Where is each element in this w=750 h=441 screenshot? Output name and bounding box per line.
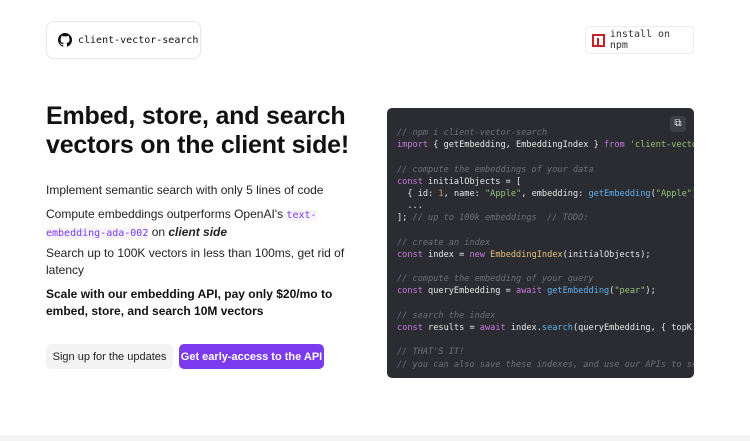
code-token: // compute the embedding of your query [397, 274, 594, 284]
code-line: // you can also save these indexes, and … [397, 359, 694, 371]
code-token: { getEmbedding, EmbeddingIndex } [428, 140, 604, 150]
code-token: queryEmbedding = [423, 286, 516, 296]
npm-label: install on npm [610, 29, 693, 51]
page-title: Embed, store, and search vectors on the … [46, 102, 376, 160]
code-token: // create an index [397, 238, 490, 248]
code-token: from [604, 140, 625, 150]
code-line: { id: 1, name: "Apple", embedding: getEm… [397, 188, 694, 200]
text: on [148, 225, 168, 239]
code-line: ]; // up to 100k embeddings // TODO: [397, 212, 694, 224]
code-line: const index = new EmbeddingIndex(initial… [397, 249, 694, 261]
code-token: "Apple" [656, 189, 692, 199]
code-token: initialObjects = [ [423, 177, 521, 187]
code-token: import [397, 140, 428, 150]
code-line [397, 261, 694, 273]
code-token: // you can also save these indexes, and … [397, 360, 694, 370]
code-block: ⧉ // npm i client-vector-searchimport { … [387, 108, 694, 378]
code-token: const [397, 177, 423, 187]
code-token: const [397, 250, 423, 260]
code-lines: // npm i client-vector-searchimport { ge… [397, 127, 694, 371]
install-npm-button[interactable]: install on npm [585, 26, 694, 54]
code-token: ) }, [692, 189, 694, 199]
github-icon [58, 33, 72, 47]
code-token: EmbeddingIndex [490, 250, 562, 260]
code-token: , embedding: [521, 189, 588, 199]
feature-search: Search up to 100K vectors in less than 1… [46, 245, 366, 279]
code-line: const results = await index.search(query… [397, 322, 694, 334]
code-line: // compute the embeddings of your data [397, 164, 694, 176]
code-line: const initialObjects = [ [397, 176, 694, 188]
code-token: 'client-vector-search' [625, 140, 694, 150]
feature-embeddings: Compute embeddings outperforms OpenAI's … [46, 206, 366, 242]
github-repo-link[interactable]: client-vector-search [46, 21, 201, 59]
code-line: const queryEmbedding = await getEmbeddin… [397, 285, 694, 297]
code-line: // THAT'S IT! [397, 346, 694, 358]
code-token: (initialObjects); [563, 250, 651, 260]
code-line [397, 334, 694, 346]
code-token: ... [397, 201, 423, 211]
code-token: , name: [444, 189, 485, 199]
sign-up-button[interactable]: Sign up for the updates [46, 344, 173, 369]
code-token: "Apple" [485, 189, 521, 199]
code-token: index. [506, 323, 542, 333]
code-line: ... [397, 200, 694, 212]
code-token: (queryEmbedding, { topK: [573, 323, 694, 333]
code-line [397, 225, 694, 237]
code-line: // create an index [397, 237, 694, 249]
code-token: // compute the embeddings of your data [397, 165, 594, 175]
code-line [397, 298, 694, 310]
code-token: ); [645, 286, 655, 296]
emphasis: client side [168, 225, 227, 239]
code-token: await [516, 286, 542, 296]
code-token: const [397, 286, 423, 296]
code-token: const [397, 323, 423, 333]
early-access-button[interactable]: Get early-access to the API [179, 344, 324, 369]
code-line: // search the index [397, 310, 694, 322]
code-token: // THAT'S IT! [397, 347, 464, 357]
code-token: // npm i client-vector-search [397, 128, 547, 138]
code-token: // search the index [397, 311, 495, 321]
code-token: await [480, 323, 506, 333]
code-line: // compute the embedding of your query [397, 273, 694, 285]
code-token: index = [423, 250, 470, 260]
code-token: search [542, 323, 573, 333]
footer-strip [0, 435, 750, 441]
code-token: getEmbedding [588, 189, 650, 199]
feature-lines: Implement semantic search with only 5 li… [46, 182, 366, 199]
code-line: import { getEmbedding, EmbeddingIndex } … [397, 139, 694, 151]
code-token: results = [423, 323, 480, 333]
code-token: new [469, 250, 485, 260]
code-line: // npm i client-vector-search [397, 127, 694, 139]
feature-scale: Scale with our embedding API, pay only $… [46, 286, 366, 320]
code-token: // up to 100k embeddings // TODO: [413, 213, 589, 223]
code-token: ]; [397, 213, 413, 223]
code-token: "pear" [614, 286, 645, 296]
npm-icon [592, 34, 605, 47]
code-token: { id: [397, 189, 438, 199]
repo-label: client-vector-search [78, 35, 198, 46]
code-line [397, 151, 694, 163]
text: Compute embeddings outperforms OpenAI's [46, 207, 286, 221]
copy-icon[interactable]: ⧉ [670, 116, 686, 132]
code-token: getEmbedding [547, 286, 609, 296]
